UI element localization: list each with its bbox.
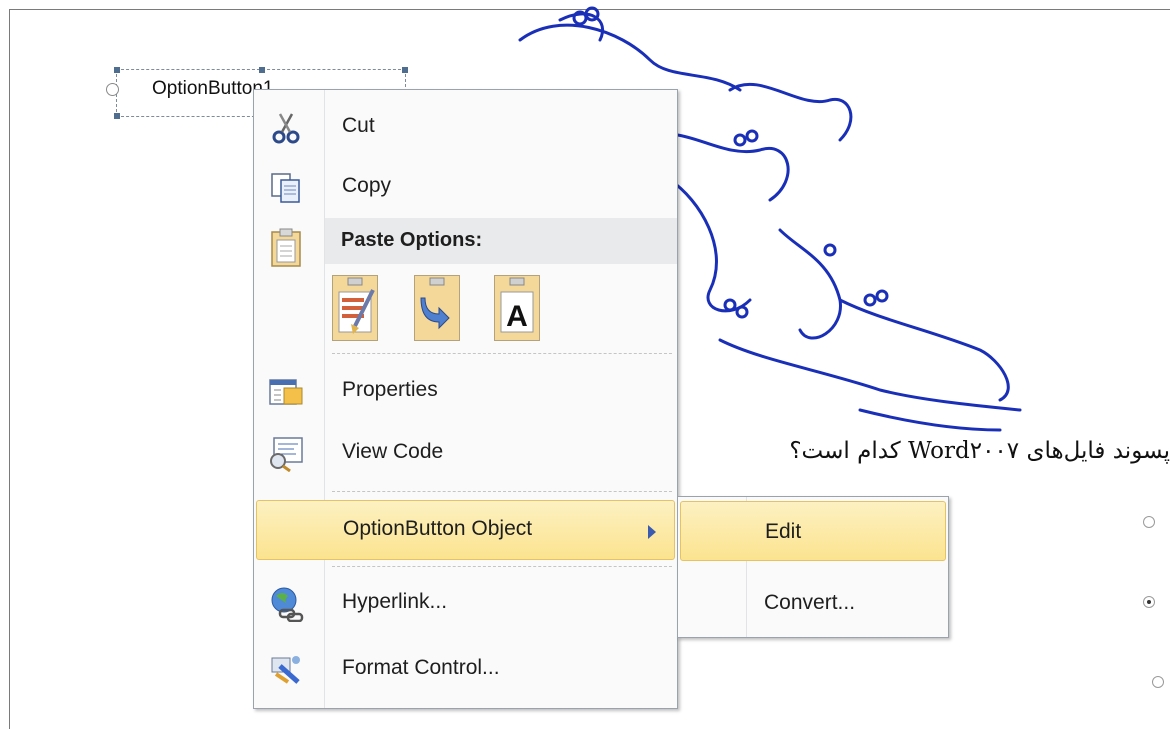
paste-merge-icon	[420, 277, 450, 330]
menu-separator	[332, 353, 672, 354]
optionbutton-object-label: OptionButton Object	[343, 517, 533, 540]
hyperlink-label: Hyperlink...	[342, 590, 448, 613]
menu-item-hyperlink[interactable]: Hyperlink...	[254, 574, 677, 634]
paste-keep-formatting-icon	[338, 277, 375, 334]
paste-merge-button[interactable]	[414, 275, 460, 341]
resize-handle[interactable]	[114, 113, 120, 119]
menu-item-view-code[interactable]: View Code	[254, 424, 677, 484]
menu-item-copy[interactable]: Copy	[254, 158, 677, 218]
paste-options-header: Paste Options:	[325, 218, 677, 264]
resize-handle[interactable]	[114, 67, 120, 73]
paste-text-only-button[interactable]: A	[494, 275, 540, 341]
menu-item-properties[interactable]: Properties	[254, 362, 677, 422]
resize-handle[interactable]	[259, 67, 265, 73]
question-text: پسوند فایل‌های Word۲۰۰۷ کدام است؟	[789, 438, 1170, 464]
menu-item-format-control[interactable]: Format Control...	[254, 640, 677, 700]
scissors-icon	[272, 113, 300, 144]
copy-label: Copy	[342, 174, 392, 197]
view-code-icon	[270, 437, 303, 472]
answer-radio-2[interactable]	[1143, 596, 1155, 608]
paste-keep-formatting-button[interactable]	[332, 275, 378, 341]
convert-label: Convert...	[764, 591, 856, 614]
globe-link-icon	[271, 587, 304, 622]
view-code-label: View Code	[342, 440, 444, 463]
answer-radio-1[interactable]	[1143, 516, 1155, 528]
submenu-arrow-icon	[648, 525, 656, 539]
format-control-label: Format Control...	[342, 656, 500, 679]
properties-icon	[269, 379, 303, 405]
submenu-item-edit[interactable]: Edit	[680, 501, 946, 561]
resize-handle[interactable]	[402, 67, 408, 73]
option-button-radio[interactable]	[106, 83, 119, 96]
format-control-icon	[271, 656, 300, 684]
cut-label: Cut	[342, 114, 375, 137]
clipboard-icon	[271, 228, 301, 267]
menu-separator	[332, 491, 672, 492]
context-menu: Cut Copy Paste Options: A Properties Vie…	[253, 89, 678, 709]
answer-radio-3[interactable]	[1152, 676, 1164, 688]
copy-icon	[271, 173, 300, 203]
optionbutton-object-submenu: Edit Convert...	[677, 496, 949, 638]
paste-text-only-icon: A	[500, 277, 534, 333]
paste-text-glyph: A	[506, 300, 528, 333]
menu-separator	[332, 566, 672, 567]
paste-options-label: Paste Options:	[341, 229, 483, 251]
submenu-item-convert[interactable]: Convert...	[680, 573, 946, 633]
menu-item-optionbutton-object[interactable]: OptionButton Object	[256, 500, 675, 560]
edit-label: Edit	[765, 520, 802, 543]
menu-item-cut[interactable]: Cut	[254, 98, 677, 158]
properties-label: Properties	[342, 378, 438, 401]
